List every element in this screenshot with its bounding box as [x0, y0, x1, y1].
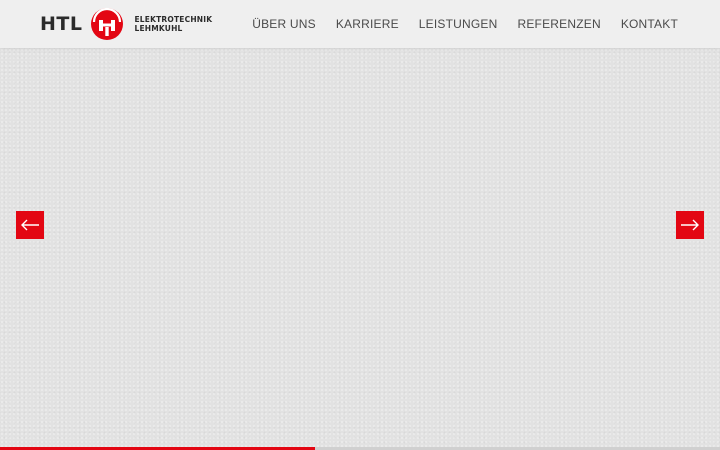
site-logo[interactable]: HTL ELEKTROTECHNIK LEHMKUHL	[40, 7, 212, 41]
logo-line-1: ELEKTROTECHNIK	[134, 15, 213, 24]
slider-prev-button[interactable]	[16, 211, 44, 239]
slider-next-button[interactable]	[676, 211, 704, 239]
htl-logo-mark-icon	[91, 7, 124, 40]
hero-slider	[0, 48, 720, 447]
logo-line-2: LEHMKUHL	[134, 24, 183, 33]
nav-item-ueber-uns[interactable]: ÜBER UNS	[252, 17, 316, 31]
site-header: HTL ELEKTROTECHNIK LEHMKUHL ÜBER UNS KAR…	[0, 0, 720, 48]
arrow-right-icon	[681, 219, 699, 231]
logo-htl-text: HTL	[40, 13, 83, 35]
nav-item-referenzen[interactable]: REFERENZEN	[517, 17, 600, 31]
arrow-left-icon	[21, 219, 39, 231]
main-nav: ÜBER UNS KARRIERE LEISTUNGEN REFERENZEN …	[252, 0, 678, 48]
nav-item-karriere[interactable]: KARRIERE	[336, 17, 399, 31]
nav-item-leistungen[interactable]: LEISTUNGEN	[419, 17, 498, 31]
nav-item-kontakt[interactable]: KONTAKT	[621, 17, 678, 31]
logo-company-name: ELEKTROTECHNIK LEHMKUHL	[134, 15, 212, 33]
